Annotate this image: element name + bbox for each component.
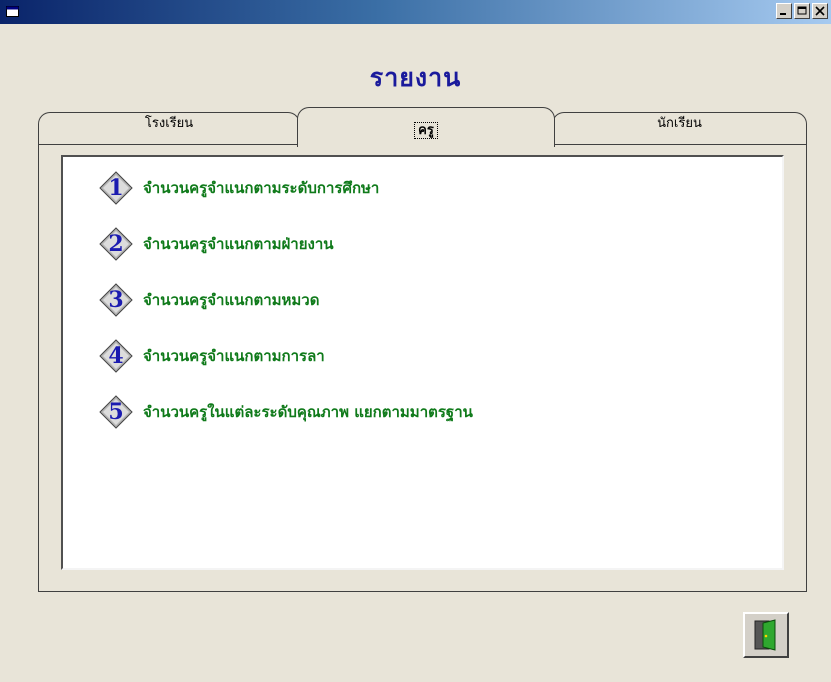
- exit-button[interactable]: [743, 612, 789, 658]
- tab-teacher-label: ครู: [414, 122, 438, 139]
- report-item-3[interactable]: 3 จำนวนครูจำแนกตามหมวด: [99, 283, 319, 317]
- exit-door-icon: [754, 619, 776, 651]
- maximize-icon: [797, 6, 807, 15]
- diamond-number-icon: 5: [99, 395, 133, 429]
- diamond-number-icon: 2: [99, 227, 133, 261]
- close-button[interactable]: [812, 3, 828, 19]
- diamond-number-icon: 4: [99, 339, 133, 373]
- diamond-number-icon: 3: [99, 283, 133, 317]
- report-item-label: จำนวนครูจำแนกตามหมวด: [143, 291, 320, 309]
- minimize-button[interactable]: [776, 3, 792, 19]
- window-icon: [6, 6, 19, 17]
- report-item-5[interactable]: 5 จำนวนครูในแต่ละระดับคุณภาพ แยกตามมาตรฐ…: [99, 395, 473, 429]
- report-list: 1 จำนวนครูจำแนกตามระดับการศึกษา 2 จำนวนค…: [61, 155, 784, 570]
- report-item-2[interactable]: 2 จำนวนครูจำแนกตามฝ่ายงาน: [99, 227, 334, 261]
- tab-student[interactable]: นักเรียน: [552, 112, 807, 144]
- report-item-label: จำนวนครูจำแนกตามฝ่ายงาน: [143, 235, 334, 253]
- tab-teacher[interactable]: ครู: [297, 107, 555, 147]
- report-item-label: จำนวนครูจำแนกตามระดับการศึกษา: [143, 179, 380, 197]
- title-bar: [0, 0, 831, 24]
- report-item-1[interactable]: 1 จำนวนครูจำแนกตามระดับการศึกษา: [99, 171, 379, 205]
- diamond-number-icon: 1: [99, 171, 133, 205]
- maximize-button[interactable]: [794, 3, 810, 19]
- tab-student-label: นักเรียน: [657, 116, 702, 131]
- minimize-icon: [780, 13, 786, 15]
- tab-school[interactable]: โรงเรียน: [38, 112, 300, 144]
- close-icon: [815, 6, 825, 16]
- report-item-4[interactable]: 4 จำนวนครูจำแนกตามการลา: [99, 339, 325, 373]
- tab-school-label: โรงเรียน: [144, 116, 194, 131]
- tab-panel: 1 จำนวนครูจำแนกตามระดับการศึกษา 2 จำนวนค…: [38, 144, 807, 592]
- page-title: รายงาน: [369, 63, 462, 92]
- report-item-label: จำนวนครูจำแนกตามการลา: [143, 347, 325, 365]
- report-item-label: จำนวนครูในแต่ละระดับคุณภาพ แยกตามมาตรฐาน: [143, 403, 473, 421]
